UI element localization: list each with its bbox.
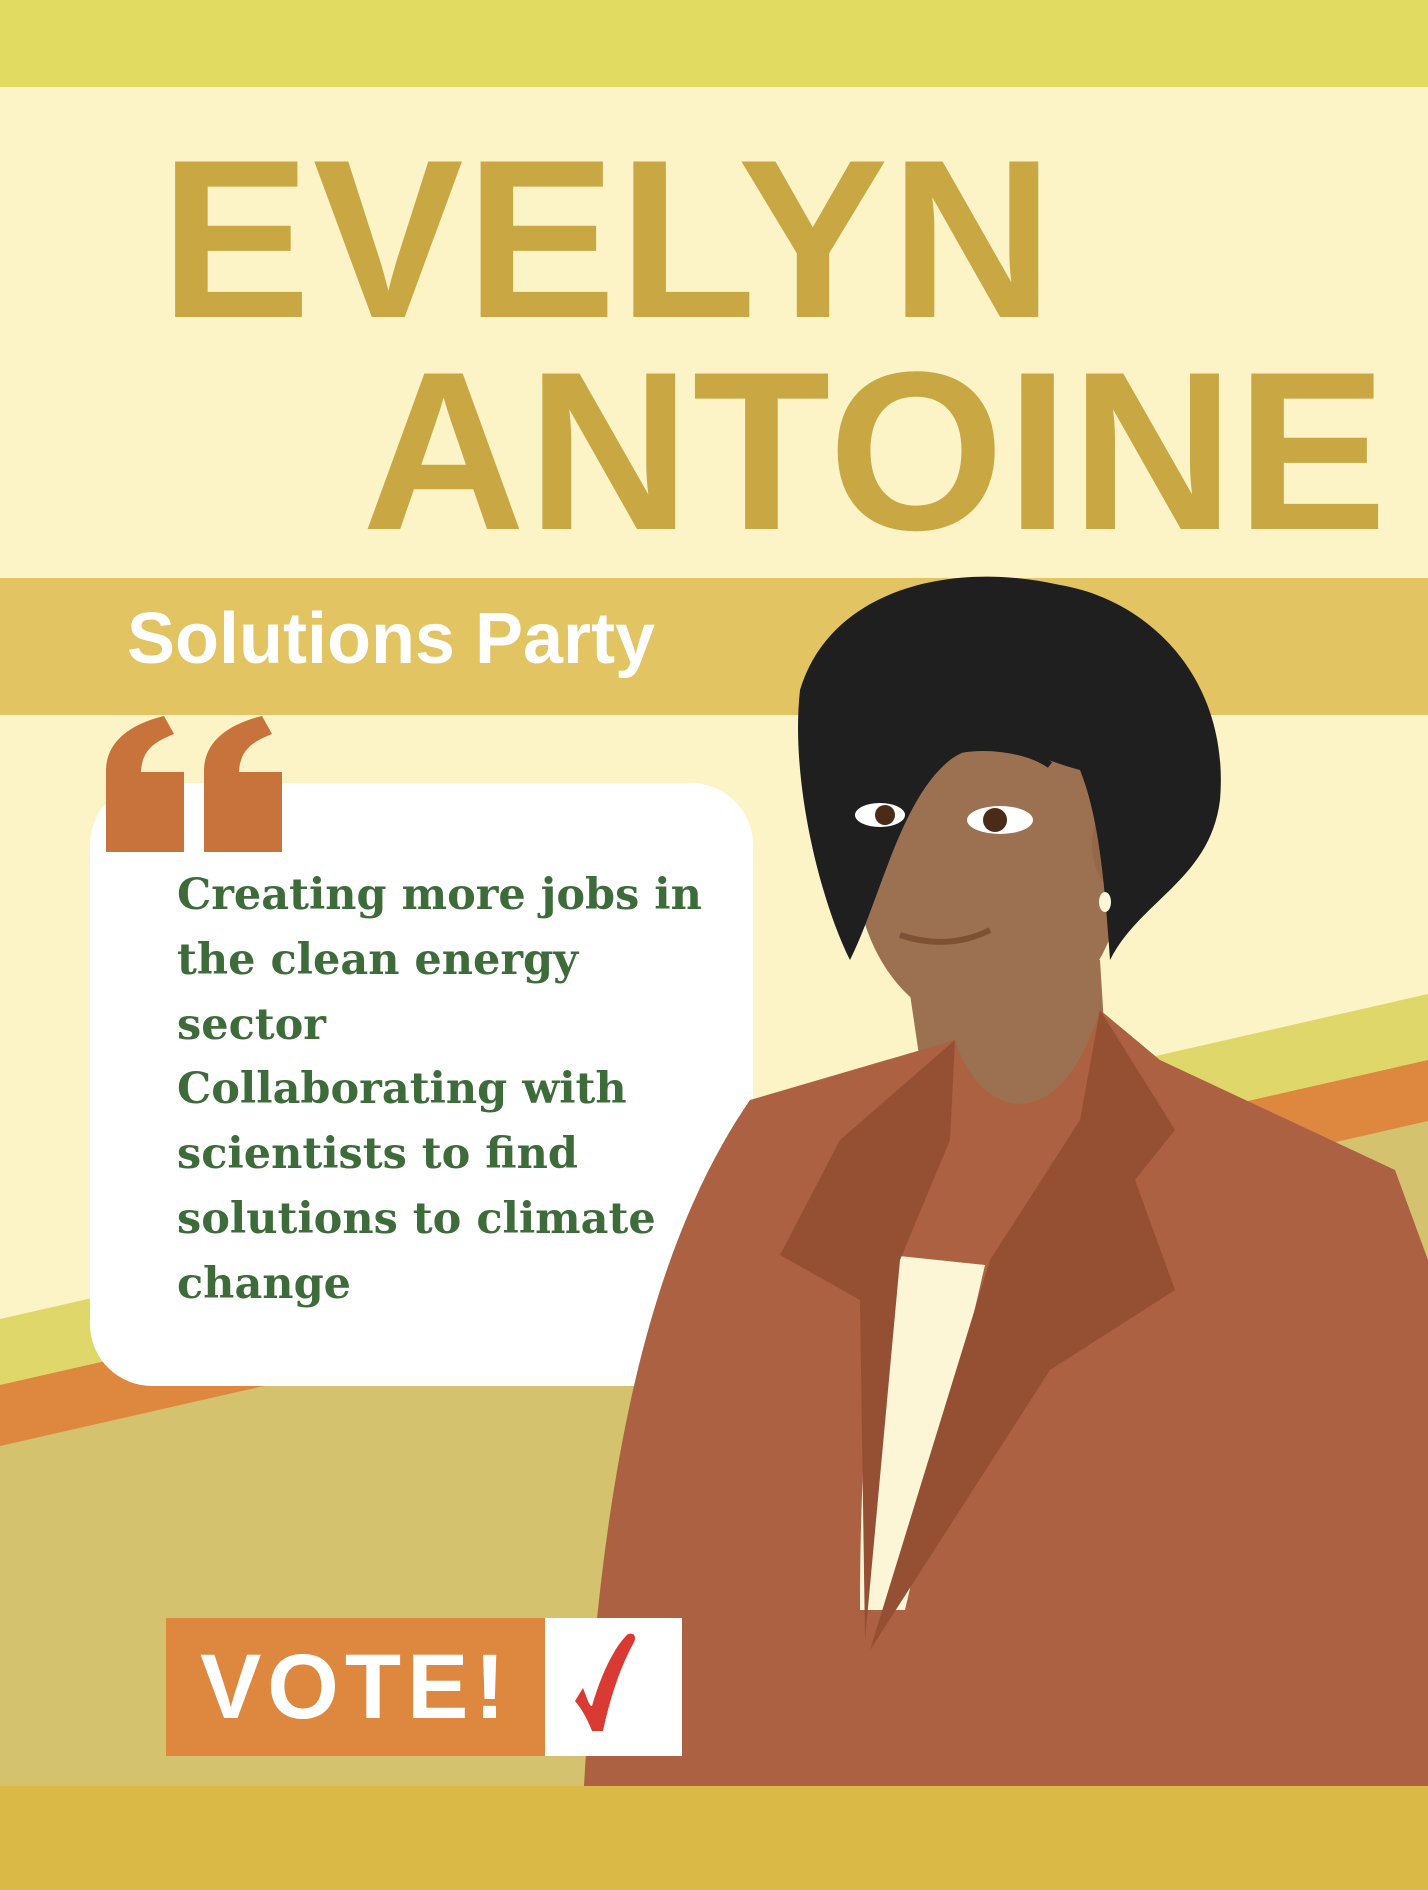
vote-button[interactable]: VOTE! <box>166 1618 545 1756</box>
bottom-band <box>0 1786 1428 1890</box>
checkmark-box <box>545 1618 682 1756</box>
candidate-illustration <box>584 576 1428 1786</box>
checkmark-icon <box>575 1633 636 1731</box>
